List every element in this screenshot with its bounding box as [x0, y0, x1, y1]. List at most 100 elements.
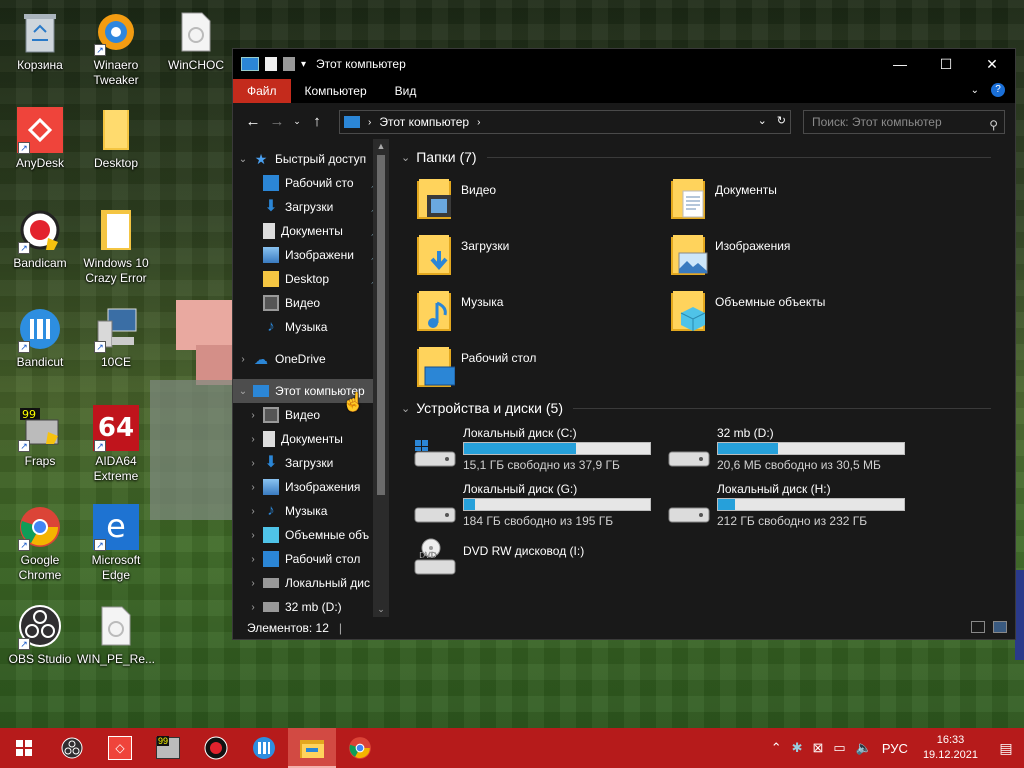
nav-pc-item-documents[interactable]: › Документы — [233, 427, 389, 451]
chevron-right-icon[interactable]: › — [247, 578, 259, 589]
chevron-down-icon[interactable]: ⌄ — [237, 386, 249, 397]
chevron-right-icon[interactable]: › — [247, 482, 259, 493]
breadcrumb-separator-icon[interactable]: › — [368, 117, 371, 128]
desktop-icon-obs[interactable]: ↗ OBS Studio — [0, 602, 80, 667]
breadcrumb-separator-icon[interactable]: › — [477, 117, 480, 128]
tab-computer[interactable]: Компьютер — [291, 79, 381, 103]
nav-pc-item-pictures[interactable]: › Изображения — [233, 475, 389, 499]
folder-video[interactable]: Видео — [415, 177, 665, 227]
drives-group-header[interactable]: ⌄ Устройства и диски (5) — [401, 400, 991, 416]
large-icons-view-icon[interactable] — [993, 621, 1007, 633]
nav-pc-item-3d-objects[interactable]: › Объемные объ — [233, 523, 389, 547]
nav-quick-item-desktop[interactable]: Рабочий сто📌 — [233, 171, 389, 195]
nav-quick-item-video[interactable]: Видео — [233, 291, 389, 315]
refresh-icon[interactable]: ↻ — [777, 114, 786, 127]
chevron-right-icon[interactable]: › — [247, 434, 259, 445]
nav-quick-access[interactable]: ⌄ ★ Быстрый доступ — [233, 147, 389, 171]
desktop-icon-recycle-bin[interactable]: Корзина — [0, 8, 80, 73]
desktop-icon-fraps[interactable]: 99 ↗ Fraps — [0, 404, 80, 469]
nav-this-pc[interactable]: ⌄ Этот компьютер — [233, 379, 389, 403]
drive-h[interactable]: Локальный диск (H:) 212 ГБ свободно из 2… — [667, 482, 917, 532]
address-bar[interactable]: › Этот компьютер › ⌄ ↻ — [339, 110, 791, 134]
desktop-icon-aida64[interactable]: 64 ↗ AIDA64 Extreme — [76, 404, 156, 484]
breadcrumb-this-pc[interactable]: Этот компьютер — [379, 115, 469, 129]
nav-pc-item-downloads[interactable]: › ⬇ Загрузки — [233, 451, 389, 475]
properties-icon[interactable] — [265, 57, 277, 71]
tab-file[interactable]: Файл — [233, 79, 291, 103]
drive-d[interactable]: 32 mb (D:) 20,6 МБ свободно из 30,5 МБ — [667, 426, 917, 476]
show-hidden-icons-icon[interactable]: ⌃ — [771, 740, 782, 756]
nav-quick-item-music[interactable]: ♪ Музыка — [233, 315, 389, 339]
desktop-icon-chrome[interactable]: ↗ Google Chrome — [0, 503, 80, 583]
chevron-right-icon[interactable]: › — [247, 458, 259, 469]
new-folder-icon[interactable] — [283, 57, 295, 71]
scroll-down-icon[interactable]: ⌄ — [373, 604, 389, 615]
desktop-icon-win-pe[interactable]: WIN_PE_Re... — [76, 602, 156, 667]
chevron-right-icon[interactable]: › — [237, 354, 249, 365]
desktop-icon-bandicam[interactable]: ↗ Bandicam — [0, 206, 80, 271]
network-icon[interactable]: ⊠ — [813, 740, 824, 756]
language-indicator[interactable]: РУС — [882, 741, 908, 756]
details-view-icon[interactable] — [971, 621, 985, 633]
nav-quick-item-desktop-folder[interactable]: Desktop📌 — [233, 267, 389, 291]
customize-qa-icon[interactable]: ▾ — [301, 59, 306, 70]
scroll-thumb[interactable] — [377, 155, 385, 495]
chevron-down-icon[interactable]: ⌄ — [971, 85, 979, 96]
drive-c[interactable]: Локальный диск (C:) 15,1 ГБ свободно из … — [413, 426, 663, 476]
folder-pictures[interactable]: Изображения — [669, 233, 919, 283]
desktop-icon-windows-crazy-error[interactable]: Windows 10 Crazy Error — [76, 206, 156, 286]
nav-pc-item-32mb[interactable]: › 32 mb (D:) — [233, 595, 389, 617]
taskbar-bandicut[interactable] — [240, 728, 288, 768]
nav-pc-item-desktop[interactable]: › Рабочий стол — [233, 547, 389, 571]
bluetooth-icon[interactable]: ✱ — [792, 740, 803, 756]
taskbar-chrome[interactable] — [336, 728, 384, 768]
folder-downloads[interactable]: Загрузки — [415, 233, 665, 283]
scroll-up-icon[interactable]: ▲ — [373, 141, 389, 151]
up-button[interactable]: ↑ — [305, 113, 329, 130]
folder-documents[interactable]: Документы — [669, 177, 919, 227]
taskbar-file-explorer[interactable] — [288, 728, 336, 768]
desktop-icon-bandicut[interactable]: ↗ Bandicut — [0, 305, 80, 370]
nav-scrollbar[interactable]: ▲ ⌄ — [373, 139, 389, 617]
address-dropdown-icon[interactable]: ⌄ — [758, 114, 767, 127]
clock[interactable]: 16:33 19.12.2021 — [923, 733, 978, 763]
desktop-icon-winaero[interactable]: ↗ Winaero Tweaker — [76, 8, 156, 88]
chevron-right-icon[interactable]: › — [247, 530, 259, 541]
nav-pc-item-local-disk[interactable]: › Локальный дис — [233, 571, 389, 595]
help-icon[interactable]: ? — [991, 83, 1005, 97]
chevron-right-icon[interactable]: › — [247, 506, 259, 517]
folder-desktop[interactable]: Рабочий стол — [415, 345, 665, 395]
chevron-right-icon[interactable]: › — [247, 602, 259, 613]
title-bar[interactable]: ▾ Этот компьютер — ☐ ✕ — [233, 49, 1015, 79]
maximize-button[interactable]: ☐ — [923, 49, 969, 79]
taskbar-anydesk[interactable]: ◇ — [96, 728, 144, 768]
chevron-right-icon[interactable]: › — [247, 410, 259, 421]
desktop-icon-edge[interactable]: e ↗ Microsoft Edge — [76, 503, 156, 583]
chevron-down-icon[interactable]: ⌄ — [401, 151, 410, 164]
tab-view[interactable]: Вид — [381, 79, 431, 103]
folder-music[interactable]: Музыка — [415, 289, 665, 339]
drive-g[interactable]: Локальный диск (G:) 184 ГБ свободно из 1… — [413, 482, 663, 532]
start-button[interactable] — [0, 728, 48, 768]
close-button[interactable]: ✕ — [969, 49, 1015, 79]
recent-locations-button[interactable]: ⌄ — [289, 116, 305, 127]
nav-pc-item-video[interactable]: › Видео — [233, 403, 389, 427]
taskbar-bandicam[interactable] — [192, 728, 240, 768]
taskbar-fraps[interactable]: 99 — [144, 728, 192, 768]
desktop-icon-10ce[interactable]: ↗ 10CE — [76, 305, 156, 370]
folder-3d-objects[interactable]: Объемные объекты — [669, 289, 919, 339]
search-icon[interactable]: ⚲ — [989, 114, 998, 136]
drive-i-dvd[interactable]: DVD DVD RW дисковод (I:) — [413, 538, 663, 594]
taskbar-obs[interactable] — [48, 728, 96, 768]
minimize-button[interactable]: — — [877, 49, 923, 79]
chevron-right-icon[interactable]: › — [247, 554, 259, 565]
forward-button[interactable]: → — [265, 113, 289, 130]
content-scrollbar[interactable] — [999, 139, 1015, 617]
nav-pc-item-music[interactable]: › ♪ Музыка — [233, 499, 389, 523]
power-icon[interactable]: ▭ — [833, 740, 845, 756]
nav-onedrive[interactable]: › ☁ OneDrive — [233, 347, 389, 371]
nav-quick-item-documents[interactable]: Документы📌 — [233, 219, 389, 243]
desktop-icon-desktop-folder[interactable]: Desktop — [76, 106, 156, 171]
search-input[interactable]: Поиск: Этот компьютер ⚲ — [803, 110, 1005, 134]
folders-group-header[interactable]: ⌄ Папки (7) — [401, 149, 991, 165]
